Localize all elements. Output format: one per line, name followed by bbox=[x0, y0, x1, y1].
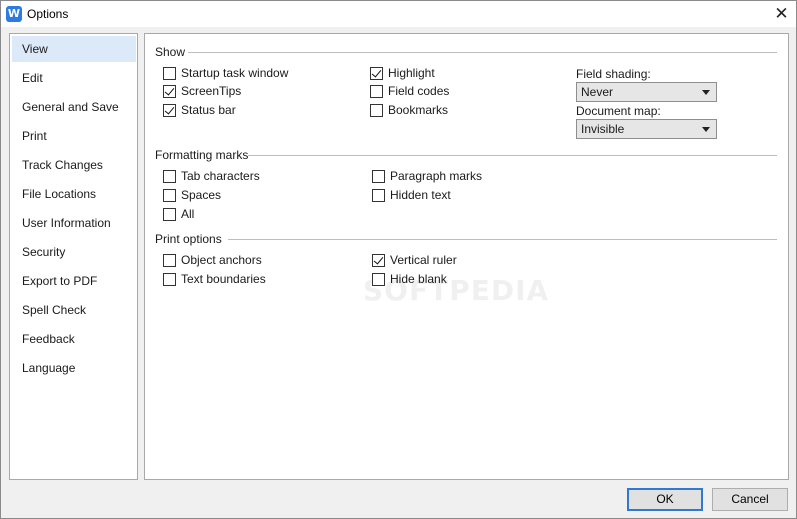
checkbox-label: Object anchors bbox=[181, 253, 262, 267]
chevron-down-icon bbox=[702, 90, 710, 95]
chevron-down-icon bbox=[702, 127, 710, 132]
document-map-label: Document map: bbox=[576, 104, 661, 118]
checkbox-box[interactable] bbox=[163, 272, 176, 286]
all-checkbox[interactable]: All bbox=[163, 206, 194, 222]
checkbox-box[interactable] bbox=[370, 103, 383, 117]
screentips-checkbox[interactable]: ScreenTips bbox=[163, 83, 241, 99]
checkbox-box[interactable] bbox=[372, 188, 385, 202]
checkbox-box[interactable] bbox=[163, 66, 176, 80]
checkbox-label: Field codes bbox=[388, 84, 450, 98]
show-group-heading: Show bbox=[155, 45, 186, 59]
app-logo-icon: W bbox=[6, 6, 22, 22]
sidebar-item-user-information[interactable]: User Information bbox=[12, 210, 136, 236]
sidebar-item-spell-check[interactable]: Spell Check bbox=[12, 297, 136, 323]
sidebar-item-security[interactable]: Security bbox=[12, 239, 136, 265]
hidden-text-checkbox[interactable]: Hidden text bbox=[372, 187, 451, 203]
sidebar-item-export-to-pdf[interactable]: Export to PDF bbox=[12, 268, 136, 294]
checkbox-label: Paragraph marks bbox=[390, 169, 483, 183]
field-shading-value: Never bbox=[581, 85, 614, 99]
sidebar-item-general-and-save[interactable]: General and Save bbox=[12, 94, 136, 120]
spaces-checkbox[interactable]: Spaces bbox=[163, 187, 221, 203]
close-button[interactable]: ✕ bbox=[767, 1, 796, 27]
view-settings-panel: SOFTPEDIA Show Startup task window Scree… bbox=[144, 33, 789, 480]
category-list: View Edit General and Save Print Track C… bbox=[9, 33, 138, 480]
checkbox-box[interactable] bbox=[372, 272, 385, 286]
status-bar-checkbox[interactable]: Status bar bbox=[163, 102, 236, 118]
field-shading-select[interactable]: Never bbox=[576, 82, 717, 102]
title-bar[interactable]: W Options ✕ bbox=[1, 1, 796, 27]
text-boundaries-checkbox[interactable]: Text boundaries bbox=[163, 271, 266, 287]
formatting-marks-group-divider bbox=[248, 155, 777, 156]
paragraph-marks-checkbox[interactable]: Paragraph marks bbox=[372, 168, 482, 184]
sidebar-item-feedback[interactable]: Feedback bbox=[12, 326, 136, 352]
ok-button[interactable]: OK bbox=[627, 488, 703, 511]
print-options-group-divider bbox=[228, 239, 777, 240]
checkbox-label: Spaces bbox=[181, 188, 222, 202]
document-map-select[interactable]: Invisible bbox=[576, 119, 717, 139]
checkbox-box[interactable] bbox=[163, 188, 176, 202]
checkbox-box[interactable] bbox=[372, 253, 385, 267]
checkbox-label: Hidden text bbox=[390, 188, 451, 202]
checkbox-box[interactable] bbox=[163, 84, 176, 98]
checkbox-label: Startup task window bbox=[181, 66, 289, 80]
checkbox-label: All bbox=[181, 207, 195, 221]
field-shading-label: Field shading: bbox=[576, 67, 651, 81]
sidebar-item-edit[interactable]: Edit bbox=[12, 65, 136, 91]
checkbox-box[interactable] bbox=[163, 103, 176, 117]
checkbox-box[interactable] bbox=[163, 169, 176, 183]
sidebar-item-file-locations[interactable]: File Locations bbox=[12, 181, 136, 207]
vertical-ruler-checkbox[interactable]: Vertical ruler bbox=[372, 252, 457, 268]
hide-blank-checkbox[interactable]: Hide blank bbox=[372, 271, 447, 287]
sidebar-item-track-changes[interactable]: Track Changes bbox=[12, 152, 136, 178]
field-codes-checkbox[interactable]: Field codes bbox=[370, 83, 449, 99]
options-dialog: W Options ✕ View Edit General and Save P… bbox=[0, 0, 797, 519]
checkbox-box[interactable] bbox=[163, 253, 176, 267]
sidebar-item-print[interactable]: Print bbox=[12, 123, 136, 149]
checkbox-label: Status bar bbox=[181, 103, 236, 117]
checkbox-label: Vertical ruler bbox=[390, 253, 457, 267]
startup-task-window-checkbox[interactable]: Startup task window bbox=[163, 65, 288, 81]
checkbox-box[interactable] bbox=[370, 66, 383, 80]
object-anchors-checkbox[interactable]: Object anchors bbox=[163, 252, 262, 268]
checkbox-box[interactable] bbox=[372, 169, 385, 183]
checkbox-box[interactable] bbox=[370, 84, 383, 98]
checkbox-label: Text boundaries bbox=[181, 272, 266, 286]
highlight-checkbox[interactable]: Highlight bbox=[370, 65, 435, 81]
sidebar-item-language[interactable]: Language bbox=[12, 355, 136, 381]
window-title: Options bbox=[27, 7, 69, 21]
checkbox-label: ScreenTips bbox=[181, 84, 242, 98]
checkbox-label: Hide blank bbox=[390, 272, 447, 286]
print-options-group-heading: Print options bbox=[155, 232, 222, 246]
document-map-value: Invisible bbox=[581, 122, 625, 136]
show-group-divider bbox=[188, 52, 777, 53]
checkbox-label: Highlight bbox=[388, 66, 435, 80]
sidebar-item-view[interactable]: View bbox=[12, 36, 136, 62]
checkbox-label: Tab characters bbox=[181, 169, 260, 183]
bookmarks-checkbox[interactable]: Bookmarks bbox=[370, 102, 448, 118]
formatting-marks-group-heading: Formatting marks bbox=[155, 148, 249, 162]
checkbox-label: Bookmarks bbox=[388, 103, 449, 117]
tab-characters-checkbox[interactable]: Tab characters bbox=[163, 168, 260, 184]
checkbox-box[interactable] bbox=[163, 207, 176, 221]
cancel-button[interactable]: Cancel bbox=[712, 488, 788, 511]
